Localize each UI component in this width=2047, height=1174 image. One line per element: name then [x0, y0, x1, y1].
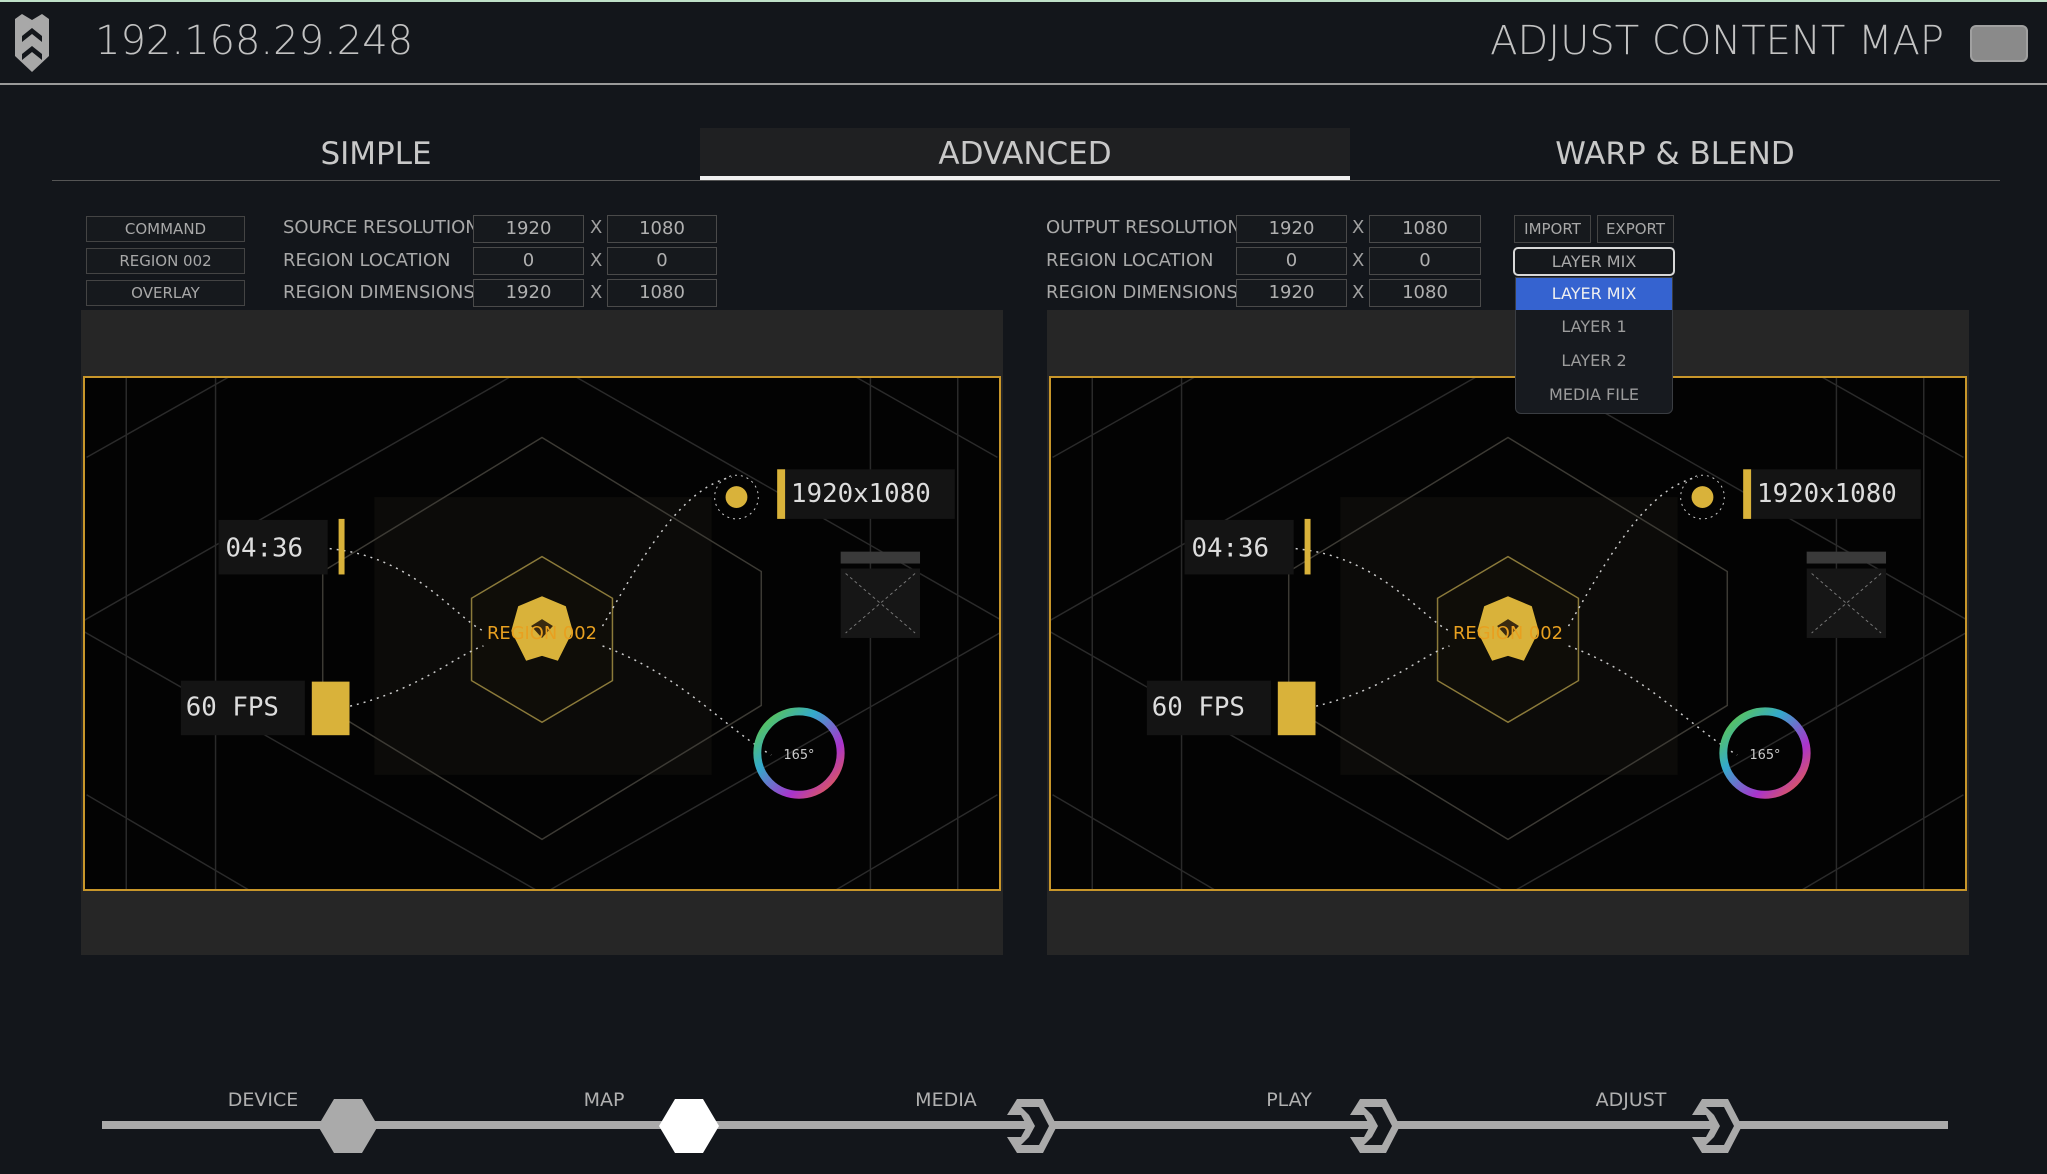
shield-logo-icon — [15, 14, 49, 72]
dimension-height-input[interactable]: 1080 — [1369, 279, 1481, 307]
dimension-width-input[interactable]: 1920 — [473, 279, 584, 307]
region-dimensions-label: REGION DIMENSIONS — [283, 282, 475, 303]
hud-angle: 165° — [1749, 748, 1780, 763]
step-media-hex-icon[interactable] — [999, 1097, 1063, 1155]
x-separator: X — [590, 217, 603, 238]
x-separator: X — [1352, 217, 1365, 238]
source-resolution-label: SOURCE RESOLUTION — [283, 217, 479, 238]
dimension-width-input[interactable]: 1920 — [1236, 279, 1347, 307]
x-separator: X — [1352, 282, 1365, 303]
location-x-input[interactable]: 0 — [473, 247, 584, 275]
output-resolution-label: OUTPUT RESOLUTION — [1046, 217, 1241, 238]
region-dimensions-label: REGION DIMENSIONS — [1046, 282, 1238, 303]
header-bar: 192.168.29.248 ADJUST CONTENT MAP — [0, 0, 2047, 85]
location-y-input[interactable]: 0 — [607, 247, 717, 275]
export-button[interactable]: EXPORT — [1597, 215, 1674, 243]
x-separator: X — [1352, 250, 1365, 271]
step-map-hex-icon[interactable] — [657, 1097, 721, 1155]
source-width-input[interactable]: 1920 — [473, 215, 584, 243]
layer-select[interactable]: LAYER MIX — [1513, 247, 1675, 276]
layer-dropdown-list: LAYER MIX LAYER 1 LAYER 2 MEDIA FILE — [1515, 277, 1673, 414]
option-layer-2[interactable]: LAYER 2 — [1516, 344, 1672, 378]
location-y-input[interactable]: 0 — [1369, 247, 1481, 275]
x-separator: X — [590, 282, 603, 303]
region-location-label: REGION LOCATION — [1046, 250, 1214, 271]
device-ip: 192.168.29.248 — [95, 18, 414, 64]
region-label: REGION 002 — [1453, 623, 1563, 644]
option-media-file[interactable]: MEDIA FILE — [1516, 378, 1672, 412]
output-preview-panel: 04:36 60 FPS 1920x1080 165° REGION 002 — [1047, 310, 1969, 955]
hud-time: 04:36 — [225, 534, 303, 564]
hud-fps: 60 FPS — [1152, 692, 1245, 722]
x-separator: X — [590, 250, 603, 271]
step-play-hex-icon[interactable] — [1342, 1097, 1406, 1155]
hud-resolution: 1920x1080 — [1757, 479, 1897, 509]
hud-time: 04:36 — [1191, 534, 1269, 564]
hud-fps: 60 FPS — [186, 692, 279, 722]
tab-divider — [52, 180, 2000, 181]
step-label-device: DEVICE — [227, 1089, 299, 1111]
tab-advanced[interactable]: ADVANCED — [700, 128, 1350, 180]
source-preview-panel: 04:36 60 FPS 1920x1080 165° REGION 002 — [81, 310, 1003, 955]
import-button[interactable]: IMPORT — [1514, 215, 1591, 243]
step-label-play: PLAY — [1266, 1089, 1312, 1111]
hud-resolution: 1920x1080 — [791, 479, 931, 509]
tab-simple[interactable]: SIMPLE — [52, 128, 700, 180]
hud-angle: 165° — [783, 748, 814, 763]
region-label: REGION 002 — [487, 623, 597, 644]
output-height-input[interactable]: 1080 — [1369, 215, 1481, 243]
step-device-hex-icon[interactable] — [316, 1097, 380, 1155]
hud-video-frame: 04:36 60 FPS 1920x1080 165° REGION 002 — [1051, 378, 1965, 889]
output-preview-frame[interactable]: 04:36 60 FPS 1920x1080 165° REGION 002 — [1049, 376, 1967, 891]
header-toggle-button[interactable] — [1970, 25, 2028, 62]
step-label-media: MEDIA — [915, 1089, 977, 1111]
step-adjust-hex-icon[interactable] — [1684, 1097, 1748, 1155]
command-button[interactable]: COMMAND — [86, 216, 245, 242]
region-button[interactable]: REGION 002 — [86, 248, 245, 274]
overlay-button[interactable]: OVERLAY — [86, 280, 245, 306]
page-title: ADJUST CONTENT MAP — [1490, 18, 1944, 64]
option-layer-mix[interactable]: LAYER MIX — [1516, 278, 1672, 310]
location-x-input[interactable]: 0 — [1236, 247, 1347, 275]
dimension-height-input[interactable]: 1080 — [607, 279, 717, 307]
step-label-map: MAP — [583, 1089, 625, 1111]
tab-warp-blend[interactable]: WARP & BLEND — [1350, 128, 2000, 180]
source-preview-frame[interactable]: 04:36 60 FPS 1920x1080 165° REGION 002 — [83, 376, 1001, 891]
region-location-label: REGION LOCATION — [283, 250, 451, 271]
hud-video-frame: 04:36 60 FPS 1920x1080 165° REGION 002 — [85, 378, 999, 889]
source-height-input[interactable]: 1080 — [607, 215, 717, 243]
step-label-adjust: ADJUST — [1595, 1089, 1667, 1111]
option-layer-1[interactable]: LAYER 1 — [1516, 310, 1672, 344]
output-width-input[interactable]: 1920 — [1236, 215, 1347, 243]
